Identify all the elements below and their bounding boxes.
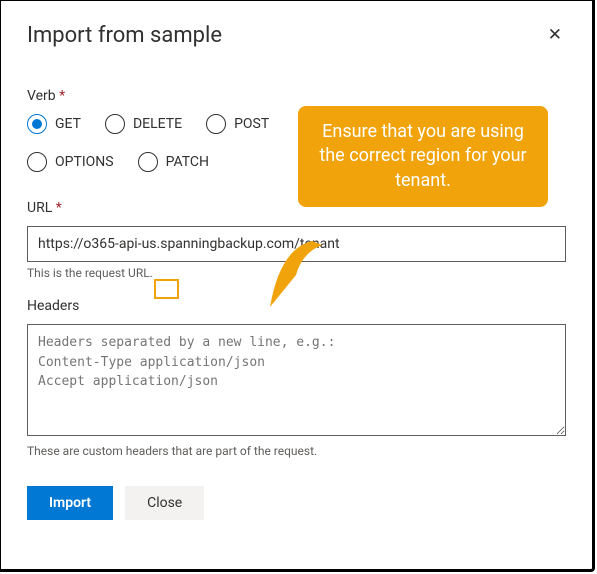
close-button[interactable]: Close — [125, 486, 204, 520]
radio-icon — [27, 152, 47, 172]
region-highlight — [154, 279, 179, 299]
radio-icon — [138, 152, 158, 172]
verb-option-get[interactable]: GET — [27, 114, 81, 134]
verb-option-options[interactable]: OPTIONS — [27, 152, 114, 172]
radio-label: POST — [234, 116, 269, 132]
verb-option-patch[interactable]: PATCH — [138, 152, 209, 172]
import-from-sample-dialog: Import from sample ✕ Verb GET DELETE POS… — [0, 0, 595, 572]
radio-label: DELETE — [133, 116, 182, 132]
region-callout: Ensure that you are using the correct re… — [298, 106, 548, 207]
radio-icon — [105, 114, 125, 134]
radio-label: GET — [55, 116, 81, 132]
radio-label: OPTIONS — [55, 154, 114, 170]
callout-text: Ensure that you are using the correct re… — [319, 121, 526, 191]
headers-textarea[interactable] — [27, 324, 566, 436]
radio-icon — [206, 114, 226, 134]
close-icon[interactable]: ✕ — [544, 23, 566, 48]
radio-label: PATCH — [166, 154, 209, 170]
dialog-title: Import from sample — [27, 23, 222, 48]
radio-icon — [27, 114, 47, 134]
verb-label: Verb — [27, 88, 566, 104]
headers-help-text: These are custom headers that are part o… — [27, 444, 566, 458]
verb-option-post[interactable]: POST — [206, 114, 269, 134]
verb-option-delete[interactable]: DELETE — [105, 114, 182, 134]
import-button[interactable]: Import — [27, 486, 113, 520]
dialog-header: Import from sample ✕ — [27, 23, 566, 48]
dialog-footer: Import Close — [27, 486, 566, 520]
